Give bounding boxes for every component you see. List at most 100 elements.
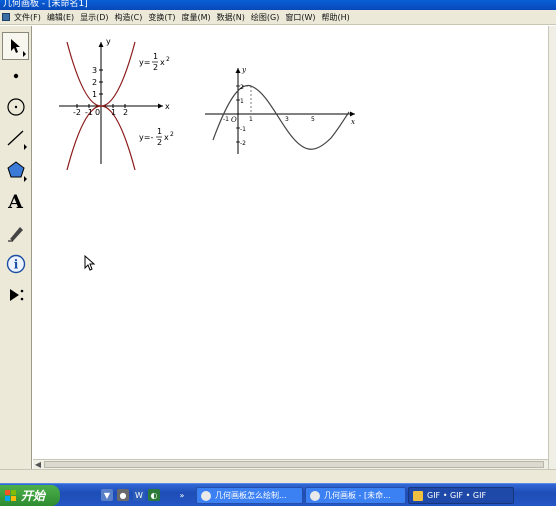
taskbar: 开始 ▼ ● W ◐ » 几何画板怎么绘制... 几何画板 - [未命... G… [0,483,556,506]
x-tick-label: 2 [123,108,128,117]
custom-tool[interactable] [2,281,29,309]
scroll-left-arrow-icon[interactable]: ◀ [33,460,43,469]
x-tick-label: -1 [223,116,229,123]
start-button[interactable]: 开始 [0,485,60,506]
toolbox: A i [0,26,32,482]
compass-tool[interactable] [2,93,29,121]
start-label: 开始 [21,489,46,503]
svg-text:1: 1 [153,52,158,61]
y-axis-arrow [98,42,104,47]
gif-recorder-icon [413,490,423,501]
menu-data[interactable]: 数据(N) [217,12,245,23]
taskbar-item-sketchpad[interactable]: 几何画板 - [未命... [305,487,406,504]
quicklaunch-media-icon[interactable]: ● [117,489,129,501]
upper-parabola-label: y= 1 2 x 2 [139,52,170,72]
x-axis-arrow [158,103,163,109]
app-menu-icon[interactable] [2,13,10,21]
x-tick-label: 1 [249,116,253,123]
taskbar-item-gif[interactable]: GIF • GIF • GIF [408,487,514,504]
point-tool[interactable] [2,62,29,90]
mouse-cursor-icon [84,255,96,271]
svg-text:2: 2 [153,63,158,72]
menu-edit[interactable]: 编辑(E) [47,12,74,23]
segment-icon [7,130,23,146]
svg-text:y=-: y=- [139,133,153,142]
marker-tool[interactable] [2,219,29,247]
vertical-scrollbar[interactable] [548,26,556,469]
y-tick-label: -1 [240,126,246,133]
taskbar-item-label: 几何画板怎么绘制... [215,491,287,500]
svg-text:2: 2 [170,131,174,138]
circle-icon [6,98,25,116]
sketchpad-icon [310,490,320,501]
x-tick-label: 5 [311,116,315,123]
expand-triangle-icon [24,176,27,182]
svg-text:2: 2 [157,138,162,147]
x-tick-label: 3 [285,116,289,123]
menu-window[interactable]: 窗口(W) [285,12,315,23]
svg-text:x: x [164,133,169,142]
windows-flag-icon [5,489,17,502]
horizontal-scrollbar[interactable]: ◀ [33,459,548,469]
x-axis-arrow [350,111,355,117]
y-tick-label: 2 [92,78,97,87]
quicklaunch-app-icon[interactable]: ◐ [148,489,160,501]
taskbar-item-label: GIF • GIF • GIF [427,491,487,500]
x-tick-label: -1 [85,108,93,117]
sketch-canvas[interactable]: y x 3 2 1 -2 -1 0 1 2 y= 1 2 x 2 y=- 1 2… [33,26,548,459]
marker-pen-icon [7,227,23,242]
information-icon: i [6,254,25,274]
text-icon: A [8,191,23,213]
svg-text:2: 2 [166,56,170,63]
taskbar-item-browser[interactable]: 几何画板怎么绘制... [196,487,303,504]
menu-graph[interactable]: 绘图(G) [251,12,279,23]
svg-text:x: x [160,58,165,67]
y-tick-label: -2 [240,140,246,147]
y-axis-label: y [106,37,111,46]
parabola-graph: y x 3 2 1 -2 -1 0 1 2 y= 1 2 x 2 y=- 1 2… [59,37,174,170]
svg-text:1: 1 [157,127,162,136]
menu-transform[interactable]: 变换(T) [148,12,175,23]
arrow-icon [10,39,20,53]
point-icon [13,73,18,79]
svg-text:y=: y= [139,58,150,67]
menu-bar: 文件(F) 编辑(E) 显示(D) 构造(C) 变换(T) 度量(M) 数据(N… [0,10,556,25]
y-axis-label: y [241,66,247,74]
menu-file[interactable]: 文件(F) [14,12,41,23]
menu-construct[interactable]: 构造(C) [115,12,143,23]
straightedge-tool[interactable] [2,124,29,152]
x-axis-label: x [351,118,355,126]
y-tick-label: 3 [92,66,97,75]
x-tick-label: -2 [73,108,81,117]
menu-display[interactable]: 显示(D) [80,12,108,23]
expand-triangle-icon [24,144,27,150]
text-tool[interactable]: A [2,188,29,216]
quicklaunch-word-icon[interactable]: W [133,489,145,501]
window-title-bar: 几何画板 - [未命名1] [0,0,556,10]
polygon-icon [6,161,25,178]
y-tick-label: 1 [92,90,97,99]
information-tool[interactable]: i [2,250,29,278]
y-tick-label: 1 [240,98,244,105]
status-bar [0,469,556,483]
menu-help[interactable]: 帮助(H) [322,12,350,23]
window-title: 几何画板 - [未命名1] [3,0,88,9]
x-tick-label: 1 [111,108,116,117]
quicklaunch-tool-icon[interactable]: ▼ [101,489,113,501]
svg-text:i: i [13,258,18,272]
expand-triangle-icon [23,51,26,57]
polygon-tool[interactable] [2,156,29,184]
sine-graph: y x O 2 1 -1 -2 -1 1 3 5 [205,66,355,154]
menu-measure[interactable]: 度量(M) [182,12,211,23]
browser-icon [201,490,211,501]
custom-tool-icon [9,289,23,301]
x-tick-label: 0 [95,108,100,117]
y-axis-arrow [235,68,241,73]
origin-label: O [231,116,237,124]
quicklaunch-more-icon[interactable]: » [176,489,188,501]
x-axis-label: x [165,102,170,111]
taskbar-item-label: 几何画板 - [未命... [324,491,391,500]
horizontal-scroll-thumb[interactable] [44,461,544,468]
y-tick-label: 2 [240,84,244,91]
arrow-select-tool[interactable] [2,32,29,60]
